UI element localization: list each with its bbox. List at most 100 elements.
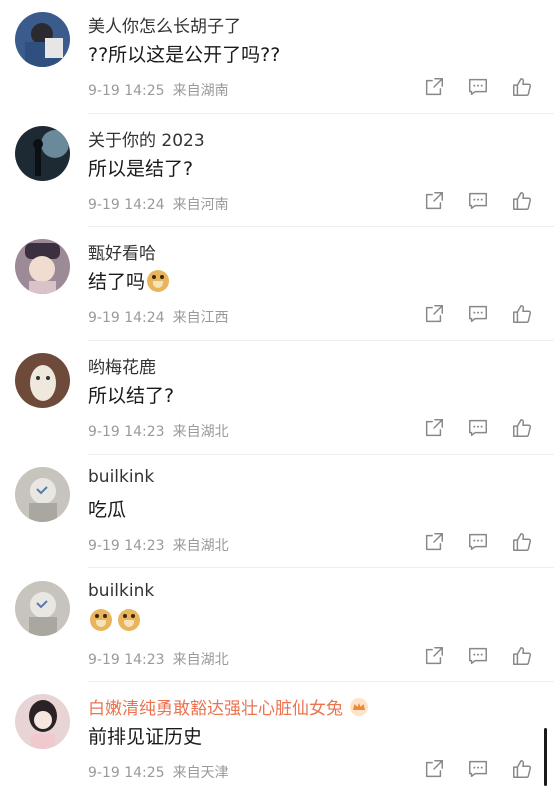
share-icon xyxy=(425,532,443,550)
comment-actions xyxy=(402,189,534,213)
comment-meta: 9-19 14:23 来自湖北 xyxy=(88,649,229,669)
like-button[interactable] xyxy=(510,757,534,781)
comment-meta: 9-19 14:24 来自河南 xyxy=(88,194,229,214)
timestamp: 9-19 14:24 xyxy=(88,196,165,213)
location: 来自湖南 xyxy=(172,83,229,99)
location: 来自天津 xyxy=(172,765,229,782)
comment-text-content: 吃瓜 xyxy=(88,498,127,521)
location: 来自河南 xyxy=(172,196,229,213)
comment-meta: 9-19 14:23 来自湖北 xyxy=(88,535,229,555)
comment-feed: 美人你怎么长胡子了 ??所以这是公开了吗?? 9-19 14:25 来自湖南 关于… xyxy=(0,0,554,789)
username[interactable]: 美人你怎么长胡子了 xyxy=(88,12,241,37)
timestamp: 9-19 14:23 xyxy=(88,651,165,668)
comment-button[interactable] xyxy=(466,75,490,99)
timestamp: 9-19 14:23 xyxy=(88,424,165,441)
username[interactable]: builkink xyxy=(88,581,154,601)
share-button[interactable] xyxy=(422,302,446,326)
like-button[interactable] xyxy=(510,189,534,213)
comment-item: builkink 吃瓜 9-19 14:23 来自湖北 xyxy=(0,455,554,569)
comment-text xyxy=(88,608,140,631)
like-icon xyxy=(513,419,532,438)
like-button[interactable] xyxy=(510,302,534,326)
comment-text: 结了吗 xyxy=(88,267,170,294)
like-button[interactable] xyxy=(510,644,534,668)
comment-meta: 9-19 14:24 来自江西 xyxy=(88,307,229,327)
comment-text-content: 前排见证历史 xyxy=(88,726,203,749)
comment-button[interactable] xyxy=(466,302,490,326)
comment-icon xyxy=(469,647,487,664)
like-button[interactable] xyxy=(510,75,534,99)
share-button[interactable] xyxy=(422,416,446,440)
avatar[interactable] xyxy=(15,694,70,750)
comment-icon xyxy=(469,192,487,209)
comment-icon xyxy=(469,306,487,323)
comment-actions xyxy=(402,302,534,326)
avatar[interactable] xyxy=(15,580,70,636)
comment-text: 吃瓜 xyxy=(88,495,126,522)
timestamp: 9-19 14:23 xyxy=(88,537,165,554)
comment-icon xyxy=(469,533,487,550)
comment-meta: 9-19 14:23 来自湖北 xyxy=(88,421,229,441)
comment-text: 所以是结了? xyxy=(88,154,193,181)
timestamp: 9-19 14:25 xyxy=(88,83,165,99)
comment-text-content: ??所以这是公开了吗?? xyxy=(88,44,281,66)
username[interactable]: 白嫩清纯勇敢豁达强壮心脏仙女兔 xyxy=(88,694,369,719)
share-icon xyxy=(425,419,443,437)
location: 来自江西 xyxy=(172,310,229,327)
comment-button[interactable] xyxy=(466,530,490,554)
doge-emoji-icon xyxy=(90,608,112,631)
comment-icon xyxy=(469,761,487,778)
avatar[interactable] xyxy=(15,239,70,295)
comment-button[interactable] xyxy=(466,757,490,781)
comment-item: 白嫩清纯勇敢豁达强壮心脏仙女兔 前排见证历史 9-19 14:25 来自天津 xyxy=(0,682,554,789)
avatar[interactable] xyxy=(15,353,70,409)
crown-icon xyxy=(350,698,368,717)
timestamp: 9-19 14:25 xyxy=(88,765,165,782)
username[interactable]: builkink xyxy=(88,467,154,487)
comment-text-content: 结了吗 xyxy=(88,271,146,294)
scrollbar[interactable] xyxy=(544,728,547,786)
like-button[interactable] xyxy=(510,416,534,440)
comment-text: 所以结了? xyxy=(88,381,174,408)
like-button[interactable] xyxy=(510,530,534,554)
avatar[interactable] xyxy=(15,466,70,522)
share-button[interactable] xyxy=(422,530,446,554)
share-button[interactable] xyxy=(422,644,446,668)
comment-text: ??所以这是公开了吗?? xyxy=(88,40,280,67)
like-icon xyxy=(513,532,532,551)
comment-actions xyxy=(402,530,534,554)
comment-meta: 9-19 14:25 来自湖南 xyxy=(88,80,229,100)
comment-meta: 9-19 14:25 来自天津 xyxy=(88,762,229,782)
share-icon xyxy=(425,191,443,209)
share-icon xyxy=(425,646,443,664)
like-icon xyxy=(513,646,532,665)
comment-icon xyxy=(469,420,487,437)
share-icon xyxy=(425,760,443,778)
username-text: 白嫩清纯勇敢豁达强壮心脏仙女兔 xyxy=(88,699,343,720)
share-button[interactable] xyxy=(422,189,446,213)
location: 来自湖北 xyxy=(172,537,229,554)
comment-button[interactable] xyxy=(466,644,490,668)
comment-text: 前排见证历史 xyxy=(88,722,202,749)
share-button[interactable] xyxy=(422,757,446,781)
comment-button[interactable] xyxy=(466,416,490,440)
username[interactable]: 哟梅花鹿 xyxy=(88,353,156,378)
like-icon xyxy=(513,305,532,324)
comment-item: 关于你的 2023 所以是结了? 9-19 14:24 来自河南 xyxy=(0,114,554,228)
username[interactable]: 甄好看哈 xyxy=(88,239,156,264)
comment-actions xyxy=(402,757,534,781)
avatar[interactable] xyxy=(15,125,70,181)
comment-icon xyxy=(469,78,487,96)
comment-actions xyxy=(402,75,534,99)
comment-text-content: 所以是结了? xyxy=(88,157,194,180)
share-icon xyxy=(425,305,443,323)
doge-emoji-icon xyxy=(118,608,140,631)
avatar[interactable] xyxy=(15,12,70,67)
doge-emoji-icon xyxy=(147,269,170,292)
comment-actions xyxy=(402,416,534,440)
comment-item: 哟梅花鹿 所以结了? 9-19 14:23 来自湖北 xyxy=(0,341,554,455)
like-icon xyxy=(513,78,532,96)
username[interactable]: 关于你的 2023 xyxy=(88,126,205,151)
share-button[interactable] xyxy=(422,75,446,99)
comment-button[interactable] xyxy=(466,189,490,213)
